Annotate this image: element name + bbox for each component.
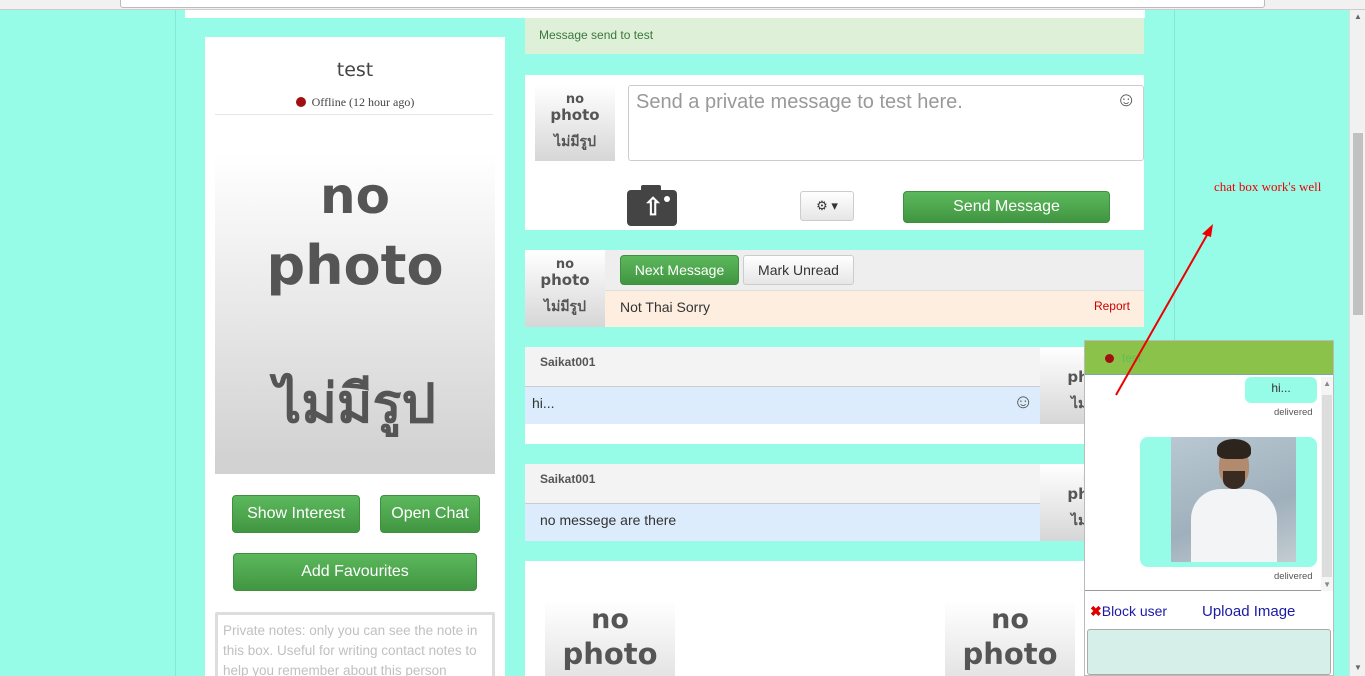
upload-arrow-icon: ⇧ [643,194,664,221]
annotation-text: chat box work's well [1214,179,1322,194]
thread-photo-placeholder: no photo ไม่มีรูป [525,250,605,327]
upload-image-link[interactable]: Upload Image [1202,603,1295,620]
mark-unread-button[interactable]: Mark Unread [743,255,854,285]
status-text: Offline (12 hour ago) [311,95,415,109]
chat-message-item: Saikat001 no messege are there no photo … [525,464,1144,541]
open-chat-button[interactable]: Open Chat [380,495,480,533]
send-message-button[interactable]: Send Message [903,191,1110,223]
chat-message-item: Saikat001 hi... ☺ no photo ไม่มีรูป [525,347,1144,444]
close-icon: ✖ [1090,603,1102,619]
add-favourites-button[interactable]: Add Favourites [233,553,477,591]
sender-photo-placeholder: no photo ไม่มีรูป [535,85,615,161]
nophoto-line-1: no [991,604,1029,635]
chat-message-text: no messege are there [525,504,1040,541]
chat-popup-messages[interactable]: hi... delivered delivered ▲ ▼ [1085,377,1333,591]
block-user-link[interactable]: ✖Block user [1090,603,1167,620]
member-suggestions: no photo no photo [525,561,1144,676]
chat-image-bubble [1140,437,1317,567]
nophoto-line-2: photo [266,234,444,297]
scroll-down-icon[interactable]: ▼ [1354,663,1362,672]
scroll-up-icon[interactable]: ▲ [1354,12,1362,21]
scroll-down-icon[interactable]: ▼ [1323,580,1331,589]
message-sent-alert: Message send to test [525,18,1144,54]
profile-status: Offline (12 hour ago) [205,95,505,110]
private-message-input[interactable]: Send a private message to test here. [628,85,1144,161]
address-bar[interactable] [120,0,1265,8]
chat-message-text: hi... [525,387,1040,424]
nophoto-line-1: no [320,167,390,225]
profile-card: test Offline (12 hour ago) no photo ไม่ม… [205,37,505,676]
shared-photo[interactable] [1171,437,1296,562]
chat-header: Saikat001 [525,464,1040,504]
thread-message: Not Thai Sorry Report [605,290,1144,327]
chat-scrollbar[interactable]: ▲ ▼ [1321,377,1333,591]
private-notes-field[interactable]: Private notes: only you can see the note… [215,612,495,676]
delivery-status: delivered [1274,571,1313,582]
block-user-label: Block user [1101,603,1168,619]
scroll-thumb[interactable] [1353,133,1363,315]
nophoto-line-1: no [555,257,575,272]
annotation-arrow-icon [1115,224,1213,396]
emoji-icon[interactable]: ☺ [1013,392,1033,412]
profile-photo-placeholder: no photo ไม่มีรูป [215,154,495,474]
settings-dropdown-button[interactable]: ⚙ ▾ [800,191,854,221]
next-message-button[interactable]: Next Message [620,255,739,285]
offline-status-icon [295,97,306,107]
camera-upload-button[interactable]: ⇧ [627,185,677,226]
browser-toolbar [0,0,1365,10]
top-strip [185,10,1145,18]
chat-username: Saikat001 [540,355,596,369]
nophoto-line-3: ไม่มีรูป [554,134,596,150]
page-scrollbar[interactable]: ▲ ▼ [1349,10,1365,676]
compose-box: no photo ไม่มีรูป Send a private message… [525,75,1144,230]
show-interest-button[interactable]: Show Interest [232,495,360,533]
chat-username: Saikat001 [540,472,596,486]
nophoto-line-3: ไม่มีรูป [544,299,586,315]
member-photo-placeholder[interactable]: no photo [545,601,675,676]
nophoto-line-3: ไม่มีรูป [274,372,436,435]
nophoto-line-2: photo [540,271,590,289]
message-thread: no photo ไม่มีรูป Next Message Mark Unre… [525,250,1144,327]
chat-input[interactable] [1087,629,1331,675]
nophoto-line-1: no [591,604,629,635]
nophoto-line-2: photo [550,106,600,124]
nophoto-line-1: no [565,92,585,107]
nophoto-line-2: photo [962,637,1058,671]
profile-name: test [336,59,374,81]
chat-bubble: hi... [1245,377,1317,403]
member-photo-placeholder[interactable]: no photo [945,601,1075,676]
thread-text: Not Thai Sorry [620,299,710,315]
chat-header: Saikat001 [525,347,1040,387]
emoji-icon[interactable]: ☺ [1116,90,1136,110]
delivery-status: delivered [1274,407,1313,418]
nophoto-line-2: photo [562,637,658,671]
divider [215,114,493,115]
scroll-up-icon[interactable]: ▲ [1323,379,1331,388]
